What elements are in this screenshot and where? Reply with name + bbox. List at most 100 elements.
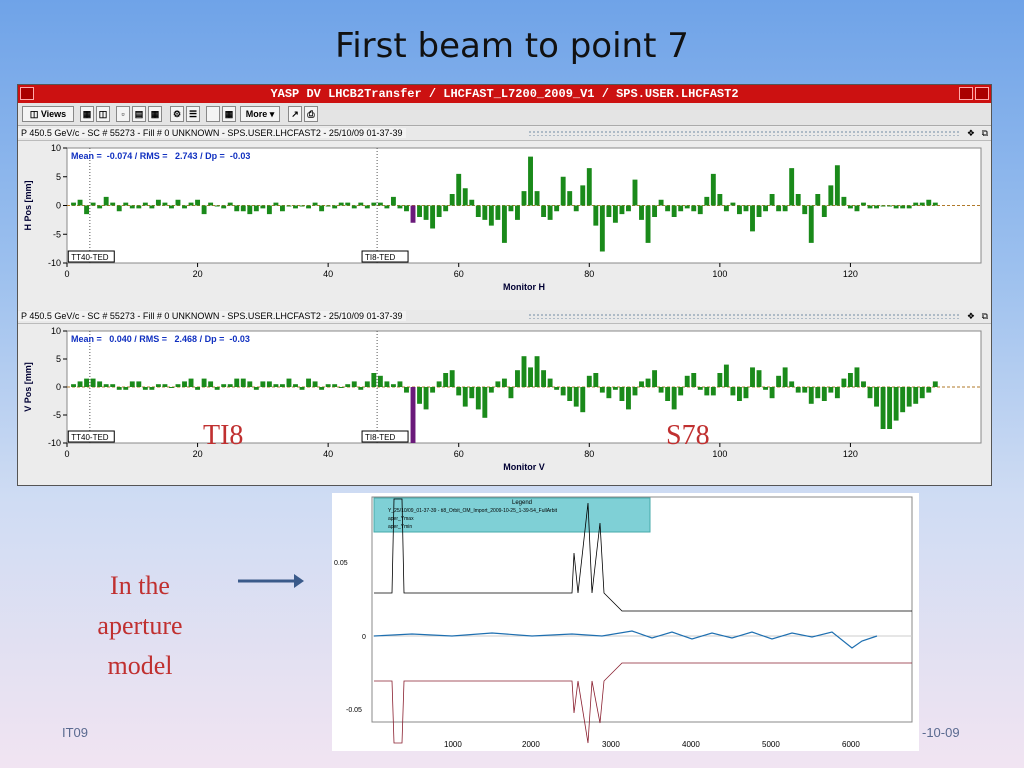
chart-icon[interactable]: ↗: [288, 106, 302, 122]
bar-4: [90, 378, 96, 387]
aperture-line-3: model: [107, 651, 173, 680]
bar-49: [384, 381, 390, 387]
bar-6: [103, 196, 109, 206]
xtick-label-0: 0: [64, 449, 69, 459]
v-position-chart: -10-505100 20 40 60 80 100 120Monitor VV Pos […: [23, 326, 982, 472]
xtick-label-60: 60: [454, 269, 464, 279]
bar-79: [580, 185, 586, 206]
blank-icon[interactable]: [206, 106, 220, 122]
table-icon[interactable]: ▦: [222, 106, 236, 122]
bar-51: [397, 205, 403, 209]
bar-52: [404, 387, 409, 393]
bar-8: [116, 387, 122, 390]
bar-133: [932, 381, 938, 387]
panel-v-header: P 450.5 GeV/c - SC # 55273 - Fill # 0 UN…: [18, 310, 991, 324]
bar-18: [182, 205, 187, 209]
minimize-icon[interactable]: [959, 87, 973, 100]
split-icon[interactable]: ◫: [96, 106, 110, 122]
bar-69: [515, 205, 520, 220]
print-icon[interactable]: ⎙: [304, 106, 318, 122]
bar-122: [861, 202, 866, 206]
bar-132: [926, 387, 932, 393]
views-label: Views: [40, 109, 67, 119]
panel-h-pin-icon[interactable]: ❖: [967, 127, 975, 140]
list-icon[interactable]: ☰: [186, 106, 200, 122]
grid-icon[interactable]: ▦: [80, 106, 94, 122]
layout-two-icon[interactable]: ▤: [132, 106, 146, 122]
layout-three-icon[interactable]: ▦: [148, 106, 162, 122]
marker-label-2: TI8-TED: [365, 253, 395, 262]
maximize-icon[interactable]: [975, 87, 989, 100]
bar-108: [769, 194, 775, 206]
bar-57: [436, 381, 442, 387]
bar-128: [900, 205, 906, 209]
xtick-label-20: 20: [193, 269, 203, 279]
bar-79: [580, 387, 586, 413]
bar-55: [423, 387, 429, 410]
bar-133: [932, 202, 938, 206]
bar-117: [828, 387, 834, 393]
bar-39: [319, 387, 325, 390]
bar-85: [619, 205, 625, 215]
settings-icon[interactable]: ⚙: [170, 106, 184, 122]
bar-40: [325, 384, 331, 387]
bar-65: [488, 205, 494, 226]
views-button[interactable]: ◫ Views: [22, 106, 74, 122]
bar-110: [782, 367, 788, 387]
panel-h-expand-icon[interactable]: ⧉: [982, 127, 988, 140]
bar-114: [808, 205, 814, 243]
bar-101: [723, 205, 729, 212]
bar-107: [763, 205, 769, 212]
bar-127: [893, 205, 899, 209]
xtick-label-20: 20: [193, 449, 203, 459]
bar-70: [521, 356, 527, 387]
bar-11: [136, 205, 142, 209]
svg-text:4000: 4000: [682, 740, 700, 749]
bar-93: [671, 205, 677, 217]
bar-42: [338, 387, 344, 388]
bar-32: [273, 202, 279, 206]
window-menu-icon[interactable]: [20, 87, 34, 100]
bar-64: [482, 205, 488, 220]
bar-95: [684, 205, 690, 209]
more-button[interactable]: More ▾: [240, 106, 280, 122]
bar-107: [763, 387, 769, 390]
bar-7: [110, 384, 116, 387]
stats-text: Mean = -0.074 / RMS = 2.743 / Dp = -0.03: [71, 151, 250, 161]
panel-v-grip: [528, 313, 961, 319]
bar-130: [913, 387, 919, 404]
panel-v-pin-icon[interactable]: ❖: [967, 310, 975, 323]
bar-105: [750, 367, 755, 387]
bar-36: [299, 205, 305, 207]
bar-78: [573, 205, 579, 212]
bar-37: [306, 205, 312, 209]
bar-123: [867, 387, 873, 399]
bar-27: [240, 205, 246, 212]
aperture-model-image: Legend Y_25/10/09_01-37-39 - ti8_Orbit_O…: [332, 493, 919, 751]
bar-39: [319, 205, 325, 212]
svg-text:6000: 6000: [842, 740, 860, 749]
bar-23: [214, 387, 220, 390]
bar-75: [554, 205, 560, 212]
layout-one-icon[interactable]: ▫: [116, 106, 130, 122]
bar-16: [169, 387, 174, 388]
ytick-label--5: -5: [53, 229, 61, 239]
bar-118: [834, 387, 840, 399]
bar-113: [802, 205, 808, 215]
marker-label-2: TI8-TED: [365, 433, 395, 442]
bar-45: [358, 202, 364, 206]
bar-116: [821, 387, 827, 401]
aperture-line-1: In the: [110, 571, 170, 600]
bar-116: [821, 205, 827, 217]
bar-73: [541, 205, 547, 217]
panel-v-expand-icon[interactable]: ⧉: [982, 310, 988, 323]
bar-40: [325, 205, 331, 207]
ytick-label-5: 5: [56, 172, 61, 182]
svg-text:2000: 2000: [522, 740, 540, 749]
aperture-line-2: aperture: [97, 611, 183, 640]
bar-124: [874, 387, 879, 407]
bar-17: [175, 199, 181, 206]
bar-25: [227, 384, 233, 387]
bar-9: [123, 387, 129, 390]
bar-19: [188, 378, 194, 387]
